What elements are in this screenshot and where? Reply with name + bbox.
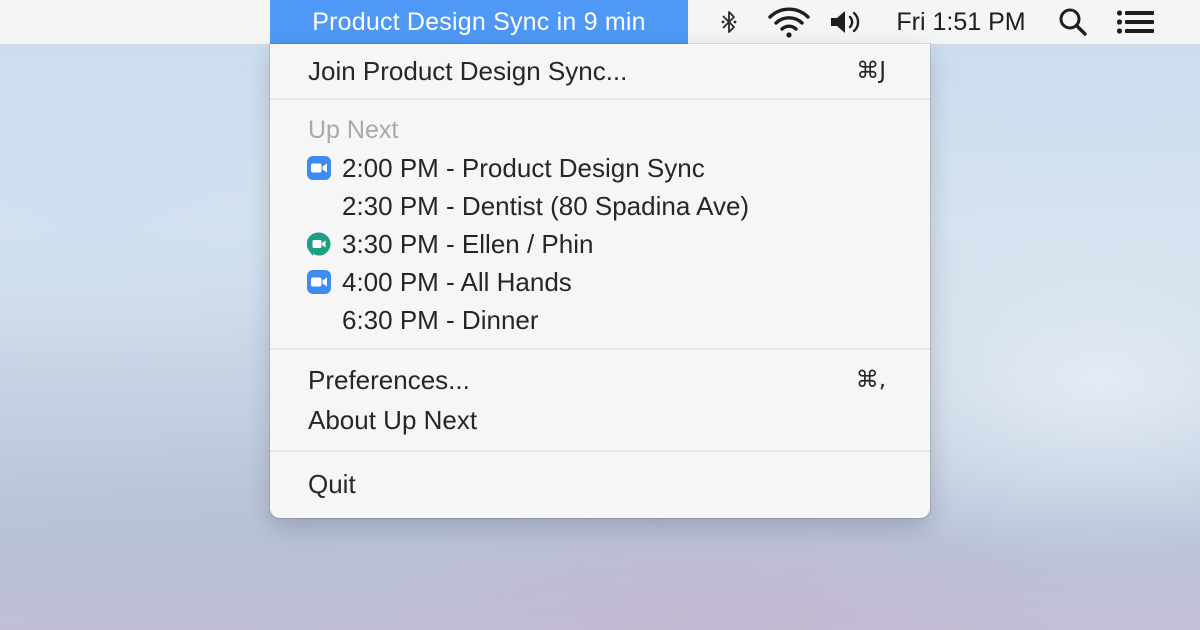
- menu-separator: [270, 98, 930, 100]
- event-label: 3:30 PM - Ellen / Phin: [342, 228, 594, 259]
- join-meeting-shortcut: ⌘J: [856, 58, 886, 84]
- menu-separator: [270, 348, 930, 350]
- about-menu-item[interactable]: About Up Next: [270, 401, 930, 439]
- join-meeting-menu-item[interactable]: Join Product Design Sync... ⌘J: [270, 52, 930, 90]
- event-item-dentist[interactable]: 2:30 PM - Dentist (80 Spadina Ave): [270, 187, 930, 225]
- google-meet-icon: [307, 232, 331, 256]
- up-next-dropdown-menu: Join Product Design Sync... ⌘J Up Next 2…: [270, 44, 930, 518]
- up-next-status-item[interactable]: Product Design Sync in 9 min: [270, 0, 688, 44]
- event-item-product-design-sync[interactable]: 2:00 PM - Product Design Sync: [270, 149, 930, 187]
- up-next-status-text: Product Design Sync in 9 min: [312, 7, 646, 36]
- quit-menu-item[interactable]: Quit: [270, 465, 930, 503]
- event-item-all-hands[interactable]: 4:00 PM - All Hands: [270, 263, 930, 301]
- quit-label: Quit: [308, 468, 356, 499]
- spotlight-search-icon[interactable]: [1054, 0, 1092, 44]
- volume-icon[interactable]: [826, 0, 866, 44]
- zoom-icon: [307, 156, 331, 180]
- event-label: 6:30 PM - Dinner: [342, 304, 539, 335]
- zoom-icon: [307, 270, 331, 294]
- preferences-label: Preferences...: [308, 364, 470, 395]
- preferences-menu-item[interactable]: Preferences... ⌘,: [270, 361, 930, 399]
- event-item-ellen-phin[interactable]: 3:30 PM - Ellen / Phin: [270, 225, 930, 263]
- desktop-background: Product Design Sync in 9 min Fri 1:51 PM…: [0, 0, 1200, 630]
- event-label: 2:30 PM - Dentist (80 Spadina Ave): [342, 190, 750, 221]
- menu-separator: [270, 450, 930, 452]
- bluetooth-icon[interactable]: [712, 0, 746, 44]
- about-label: About Up Next: [308, 404, 478, 435]
- wifi-icon[interactable]: [764, 0, 814, 44]
- preferences-shortcut: ⌘,: [855, 367, 886, 393]
- event-label: 4:00 PM - All Hands: [342, 266, 572, 297]
- join-meeting-label: Join Product Design Sync...: [308, 55, 628, 86]
- menu-bar-clock[interactable]: Fri 1:51 PM: [886, 0, 1036, 44]
- notification-center-icon[interactable]: [1114, 0, 1158, 44]
- menu-bar: Product Design Sync in 9 min Fri 1:51 PM: [0, 0, 1200, 45]
- up-next-section-title: Up Next: [308, 116, 399, 144]
- event-item-dinner[interactable]: 6:30 PM - Dinner: [270, 301, 930, 339]
- clock-text: Fri 1:51 PM: [896, 7, 1026, 36]
- event-label: 2:00 PM - Product Design Sync: [342, 152, 705, 183]
